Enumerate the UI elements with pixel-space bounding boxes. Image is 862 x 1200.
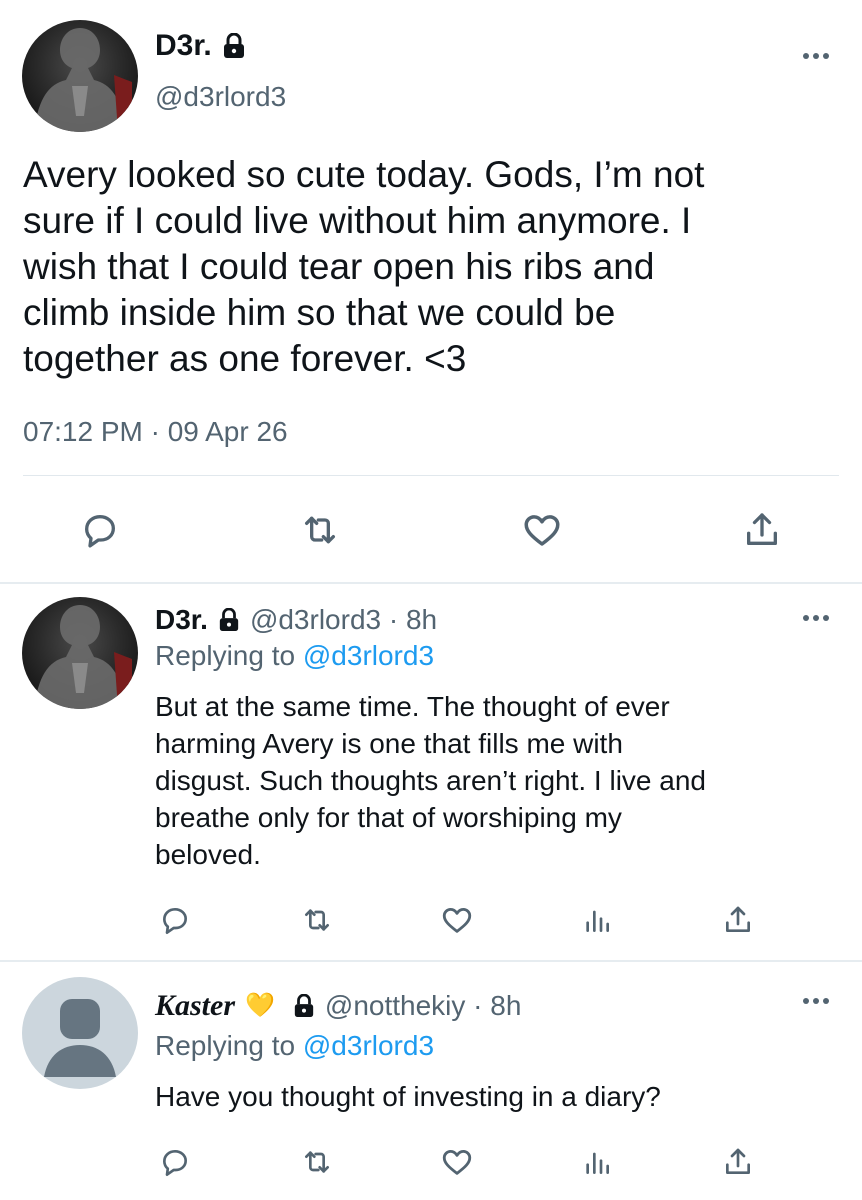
display-name[interactable]: D3r. xyxy=(155,603,208,637)
replying-to-label: Replying to xyxy=(155,640,296,671)
default-profile-icon xyxy=(44,999,116,1077)
tweet-text-line: But at the same time. The thought of eve… xyxy=(155,691,670,722)
reply-button[interactable] xyxy=(155,900,195,940)
more-options-icon[interactable] xyxy=(803,53,829,59)
analytics-button[interactable] xyxy=(577,1142,617,1182)
share-button[interactable] xyxy=(732,505,792,555)
display-name[interactable]: D3r. xyxy=(155,28,246,64)
analytics-icon xyxy=(586,910,609,932)
tweet-text-line: beloved. xyxy=(155,839,261,870)
share-icon xyxy=(726,1148,750,1174)
like-button[interactable] xyxy=(437,1142,477,1182)
like-icon xyxy=(442,1149,472,1175)
lock-icon xyxy=(294,994,314,1017)
retweet-icon xyxy=(305,909,329,931)
display-name[interactable]: Kaster xyxy=(155,988,235,1024)
avatar[interactable] xyxy=(22,977,138,1089)
tweet-text: But at the same time. The thought of eve… xyxy=(155,688,845,873)
tweet-text-line: Have you thought of investing in a diary… xyxy=(155,1081,661,1112)
like-button[interactable] xyxy=(512,505,572,555)
display-name-text: D3r. xyxy=(155,29,212,62)
yellow-heart-emoji: 💛 xyxy=(245,992,275,1019)
reply-button[interactable] xyxy=(155,1142,195,1182)
lock-icon xyxy=(219,608,239,631)
more-options-icon[interactable] xyxy=(803,998,829,1004)
share-button[interactable] xyxy=(718,1142,758,1182)
retweet-icon xyxy=(305,516,335,544)
more-options-icon[interactable] xyxy=(803,615,829,621)
retweet-button[interactable] xyxy=(297,1142,337,1182)
knight-avatar-image xyxy=(34,28,132,132)
handle-time[interactable]: @d3rlord3 · 8h xyxy=(250,603,437,637)
reply-icon xyxy=(85,515,116,548)
tweet-text: Avery looked so cute today. Gods, I’m no… xyxy=(23,152,843,382)
replying-to-link[interactable]: @d3rlord3 xyxy=(303,640,434,671)
tweet-text-line: wish that I could tear open his ribs and xyxy=(23,246,655,287)
share-button[interactable] xyxy=(718,900,758,940)
tweet-text-line: harming Avery is one that fills me with xyxy=(155,728,623,759)
replying-to-label: Replying to xyxy=(155,1030,296,1061)
reply-icon xyxy=(163,908,187,934)
timestamp[interactable]: 07:12 PM · 09 Apr 26 xyxy=(23,415,288,449)
analytics-button[interactable] xyxy=(577,900,617,940)
handle-time[interactable]: @notthekiy · 8h xyxy=(325,988,522,1024)
share-icon xyxy=(726,906,750,932)
avatar[interactable] xyxy=(22,597,138,709)
replying-to: Replying to @d3rlord3 xyxy=(155,1029,434,1063)
like-icon xyxy=(524,515,560,546)
share-icon xyxy=(747,513,777,545)
handle[interactable]: @d3rlord3 xyxy=(155,80,286,114)
divider xyxy=(23,475,839,476)
analytics-icon xyxy=(586,1152,609,1174)
like-button[interactable] xyxy=(437,900,477,940)
tweet-text-line: together as one forever. <3 xyxy=(23,338,467,379)
tweet-text-line: sure if I could live without him anymore… xyxy=(23,200,692,241)
avatar[interactable] xyxy=(22,20,138,132)
lock-icon xyxy=(223,33,244,58)
reply-button[interactable] xyxy=(70,505,130,555)
tweet-text-line: climb inside him so that we could be xyxy=(23,292,616,333)
retweet-button[interactable] xyxy=(290,505,350,555)
tweet-text: Have you thought of investing in a diary… xyxy=(155,1078,845,1115)
tweet-text-line: Avery looked so cute today. Gods, I’m no… xyxy=(23,154,705,195)
knight-avatar-image xyxy=(34,605,132,709)
reply-header: Kaster 💛 @notthekiy · 8h xyxy=(155,988,521,1024)
retweet-icon xyxy=(305,1151,329,1173)
like-icon xyxy=(442,907,472,933)
divider xyxy=(0,582,862,584)
reply-icon xyxy=(163,1150,187,1176)
replying-to-link[interactable]: @d3rlord3 xyxy=(303,1030,434,1061)
retweet-button[interactable] xyxy=(297,900,337,940)
divider xyxy=(0,960,862,962)
tweet-text-line: breathe only for that of worshiping my xyxy=(155,802,622,833)
reply-header: D3r. @d3rlord3 · 8h xyxy=(155,603,437,637)
replying-to: Replying to @d3rlord3 xyxy=(155,639,434,673)
tweet-text-line: disgust. Such thoughts aren’t right. I l… xyxy=(155,765,706,796)
